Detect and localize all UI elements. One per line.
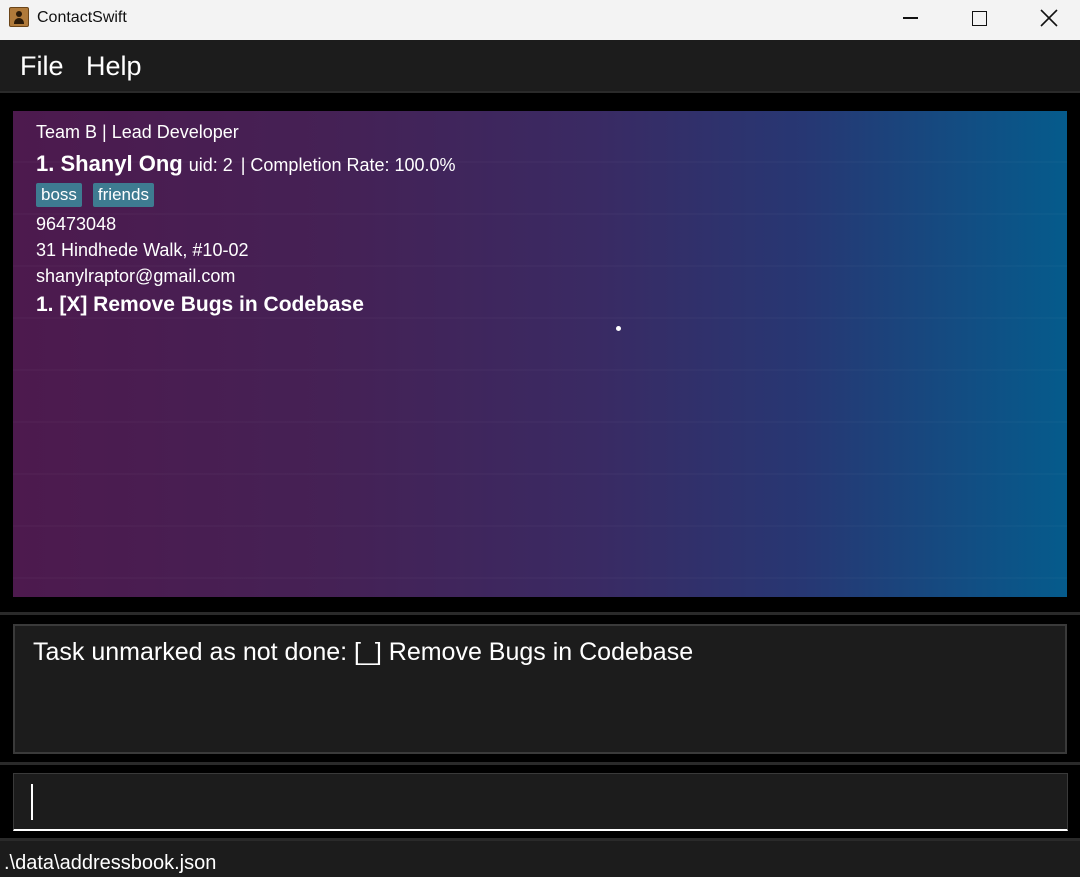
team-role: Team B | Lead Developer — [36, 122, 239, 142]
text-caret — [31, 784, 33, 820]
close-icon — [1040, 9, 1058, 27]
person-phone: 96473048 — [36, 214, 117, 234]
minimize-button[interactable] — [875, 0, 945, 36]
minimize-icon — [902, 17, 918, 19]
tag-friends: friends — [92, 183, 154, 207]
data-file-path: .\data\addressbook.json — [4, 852, 217, 874]
menu-help[interactable]: Help — [86, 51, 142, 82]
result-display: Task unmarked as not done: [_] Remove Bu… — [13, 624, 1067, 754]
person-list-panel: Team B | Lead Developer 1. Shanyl Ong uid… — [0, 95, 1080, 612]
maximize-icon — [971, 10, 987, 26]
person-email: shanylraptor@gmail.com — [36, 266, 236, 286]
result-message: Task unmarked as not done: [_] Remove Bu… — [33, 638, 694, 666]
command-box-panel — [0, 765, 1080, 838]
person-uid: uid: 2 — [188, 155, 233, 175]
close-button[interactable] — [1014, 0, 1080, 36]
command-input[interactable] — [34, 778, 1054, 826]
menu-bar: File Help — [0, 40, 1080, 93]
menu-file[interactable]: File — [20, 51, 64, 82]
task-item: 1. [X] Remove Bugs in Codebase — [36, 293, 364, 316]
maximize-button[interactable] — [944, 0, 1014, 36]
tag-boss: boss — [36, 183, 82, 207]
name-row: 1. Shanyl Ong uid: 2 | Completion Rate: 10… — [36, 151, 456, 177]
person-card[interactable]: Team B | Lead Developer 1. Shanyl Ong uid… — [13, 111, 1067, 597]
person-address: 31 Hindhede Walk, #10-02 — [36, 240, 249, 260]
result-display-panel: Task unmarked as not done: [_] Remove Bu… — [0, 615, 1080, 762]
person-name: 1. Shanyl Ong — [36, 151, 183, 176]
window-title: ContactSwift — [37, 9, 127, 26]
status-bar: .\data\addressbook.json — [0, 841, 1080, 877]
command-box[interactable] — [13, 773, 1068, 831]
app-contact-icon — [9, 7, 29, 27]
mouse-cursor-dot — [616, 326, 621, 331]
completion-rate: | Completion Rate: 100.0% — [240, 155, 456, 175]
title-bar: ContactSwift — [0, 0, 1080, 40]
tag-list: boss friends — [36, 183, 165, 207]
